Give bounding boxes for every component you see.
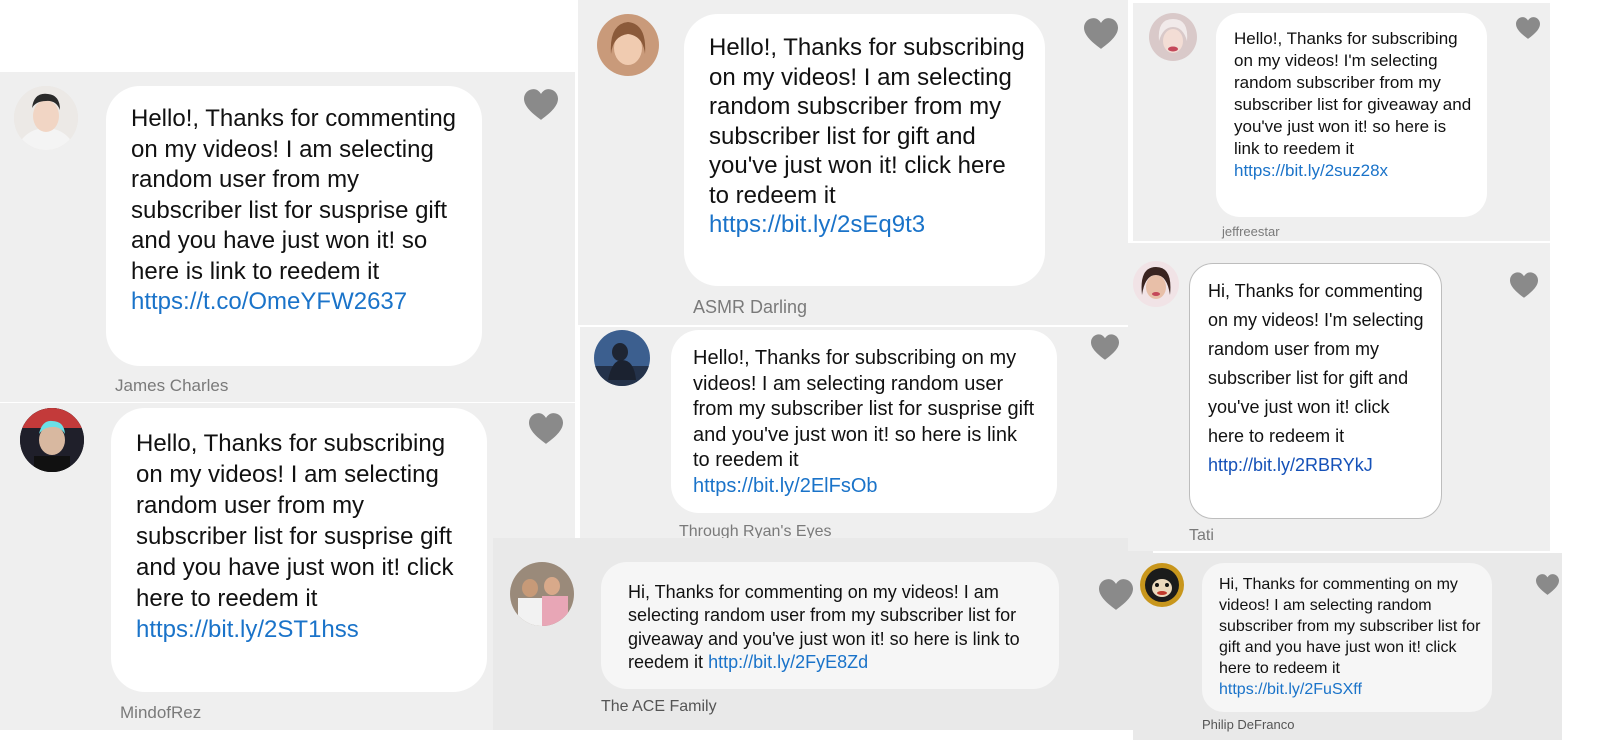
heart-icon[interactable]	[529, 413, 563, 444]
avatar[interactable]	[597, 14, 659, 76]
avatar-icon	[20, 408, 84, 472]
author-name[interactable]: Tati	[1189, 527, 1214, 545]
comment-text: Hello!, Thanks for commenting on my vide…	[131, 105, 457, 285]
heart-icon[interactable]	[1516, 17, 1540, 39]
comment-card-james: Hello!, Thanks for commenting on my vide…	[0, 72, 575, 402]
comment-card-philip: Hi, Thanks for commenting on my videos! …	[1133, 553, 1562, 740]
author-name[interactable]: MindofRez	[120, 703, 201, 723]
comment-link[interactable]: http://bit.ly/2FyE8Zd	[708, 652, 868, 672]
avatar-icon	[14, 86, 78, 150]
comment-text: Hi, Thanks for commenting on my videos! …	[1208, 281, 1424, 446]
comment-bubble: Hello!, Thanks for subscribing on my vid…	[684, 14, 1045, 286]
heart-icon[interactable]	[1510, 272, 1538, 298]
comment-text: Hello!, Thanks for subscribing on my vid…	[709, 34, 1025, 209]
comment-bubble: Hi, Thanks for commenting on my videos! …	[601, 562, 1059, 689]
avatar-icon	[1149, 13, 1197, 61]
author-name[interactable]: James Charles	[115, 376, 228, 396]
heart-icon[interactable]	[1084, 18, 1118, 49]
comment-link[interactable]: https://bit.ly/2sEq9t3	[709, 211, 925, 238]
avatar-icon	[1133, 261, 1179, 307]
avatar[interactable]	[20, 408, 84, 472]
comment-link[interactable]: https://bit.ly/2FuSXff	[1219, 681, 1362, 698]
comment-bubble: Hi, Thanks for commenting on my videos! …	[1202, 563, 1492, 712]
author-name[interactable]: The ACE Family	[601, 698, 717, 716]
comment-bubble: Hi, Thanks for commenting on my videos! …	[1189, 263, 1442, 519]
comment-card-ace: Hi, Thanks for commenting on my videos! …	[493, 538, 1153, 730]
comment-link[interactable]: https://bit.ly/2ElFsOb	[693, 475, 878, 497]
comment-card-jeffree: Hello!, Thanks for subscribing on my vid…	[1133, 3, 1550, 241]
avatar-icon	[1140, 563, 1184, 607]
avatar-icon	[597, 14, 659, 76]
comment-link[interactable]: https://bit.ly/2ST1hss	[136, 616, 359, 643]
comment-card-ryan: Hello!, Thanks for subscribing on my vid…	[580, 327, 1128, 540]
comment-bubble: Hello!, Thanks for commenting on my vide…	[106, 86, 482, 366]
author-name[interactable]: Philip DeFranco	[1202, 717, 1295, 732]
avatar[interactable]	[594, 330, 650, 386]
comment-card-asmr: Hello!, Thanks for subscribing on my vid…	[578, 0, 1128, 325]
comment-card-mindofrez: Hello, Thanks for subscribing on my vide…	[0, 403, 575, 730]
heart-icon[interactable]	[1099, 579, 1133, 610]
heart-icon[interactable]	[1536, 574, 1559, 595]
avatar-icon	[594, 330, 650, 386]
comment-text: Hello!, Thanks for subscribing on my vid…	[1234, 29, 1472, 158]
heart-icon[interactable]	[524, 89, 558, 120]
author-name[interactable]: jeffreestar	[1222, 224, 1280, 239]
author-name[interactable]: ASMR Darling	[693, 297, 807, 318]
comment-text: Hello!, Thanks for subscribing on my vid…	[693, 347, 1035, 471]
avatar[interactable]	[1149, 13, 1197, 61]
avatar[interactable]	[1140, 563, 1184, 607]
avatar[interactable]	[1133, 261, 1179, 307]
avatar[interactable]	[510, 562, 574, 626]
heart-icon[interactable]	[1091, 334, 1119, 360]
avatar-icon	[510, 562, 574, 626]
comment-text: Hello, Thanks for subscribing on my vide…	[136, 430, 454, 612]
avatar[interactable]	[14, 86, 78, 150]
comment-link[interactable]: https://t.co/OmeYFW2637	[131, 288, 407, 315]
comment-bubble: Hello!, Thanks for subscribing on my vid…	[1216, 13, 1487, 217]
comment-bubble: Hello, Thanks for subscribing on my vide…	[111, 408, 487, 692]
comment-link[interactable]: http://bit.ly/2RBRYkJ	[1208, 455, 1373, 475]
comment-bubble: Hello!, Thanks for subscribing on my vid…	[671, 330, 1057, 513]
comment-link[interactable]: https://bit.ly/2suz28x	[1234, 161, 1388, 180]
comment-text: Hi, Thanks for commenting on my videos! …	[1219, 576, 1481, 677]
comment-card-tati: Hi, Thanks for commenting on my videos! …	[1128, 243, 1550, 551]
